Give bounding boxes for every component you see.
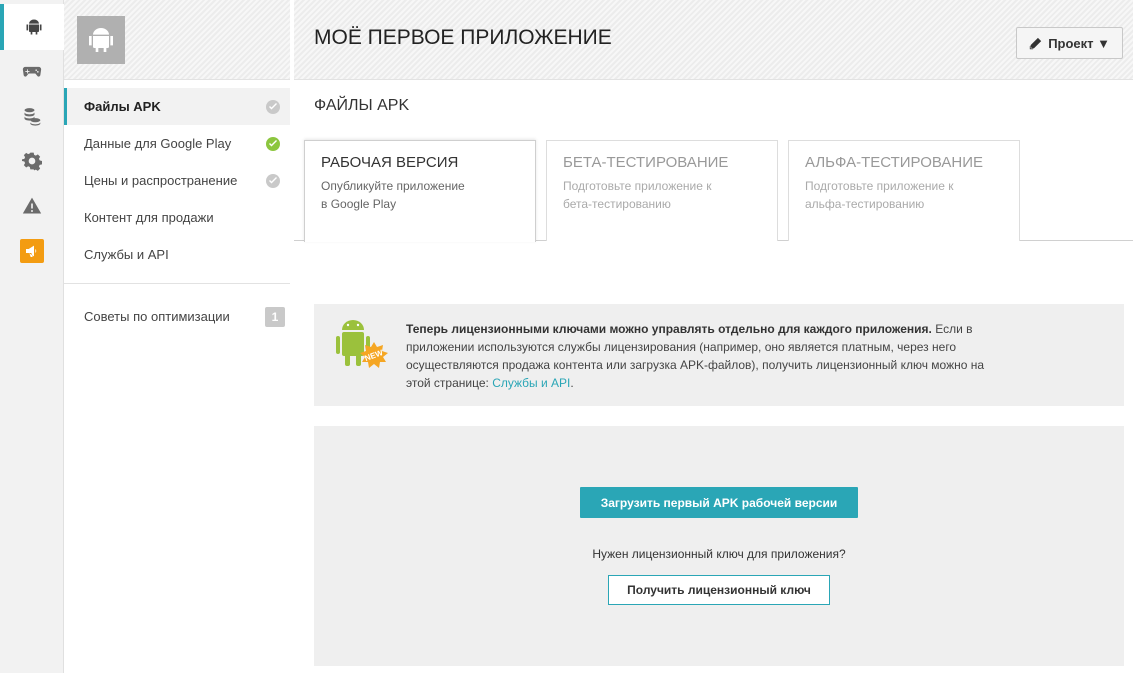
pencil-icon bbox=[1030, 37, 1042, 49]
nav-item-label: Файлы APK bbox=[84, 99, 161, 114]
license-notice: NEW Теперь лицензионными ключами можно у… bbox=[314, 304, 1124, 406]
services-api-link[interactable]: Службы и API bbox=[492, 376, 570, 390]
rail-item-games[interactable] bbox=[0, 48, 64, 94]
upload-panel: Загрузить первый APK рабочей версии Нуже… bbox=[314, 426, 1124, 666]
warning-icon bbox=[22, 197, 42, 214]
app-title: МОЁ ПЕРВОЕ ПРИЛОЖЕНИЕ bbox=[314, 26, 612, 49]
nav-divider bbox=[64, 283, 290, 284]
android-icon bbox=[89, 28, 113, 52]
nav-item-services-api[interactable]: Службы и API bbox=[64, 236, 290, 273]
tips-count-badge: 1 bbox=[265, 307, 285, 327]
coins-icon bbox=[24, 108, 41, 126]
tab-alpha[interactable]: АЛЬФА-ТЕСТИРОВАНИЕ Подготовьте приложени… bbox=[788, 140, 1020, 241]
android-new-icon: NEW bbox=[336, 320, 388, 368]
nav-list: Файлы APK Данные для Google Play Цены и … bbox=[64, 88, 290, 273]
rail-item-announcements[interactable] bbox=[0, 228, 64, 274]
tab-title: БЕТА-ТЕСТИРОВАНИЕ bbox=[563, 154, 729, 171]
app-icon[interactable] bbox=[77, 16, 125, 64]
app-header bbox=[64, 0, 290, 80]
nav-item-label: Службы и API bbox=[84, 247, 169, 262]
tab-description: Подготовьте приложение к бета-тестирован… bbox=[563, 179, 712, 211]
rail-item-settings[interactable] bbox=[0, 138, 64, 184]
check-icon bbox=[266, 174, 280, 188]
main-header: МОЁ ПЕРВОЕ ПРИЛОЖЕНИЕ Проект ▼ bbox=[294, 0, 1133, 80]
tab-title: РАБОЧАЯ ВЕРСИЯ bbox=[321, 154, 459, 171]
nav-item-optimization-tips[interactable]: Советы по оптимизации 1 bbox=[64, 298, 290, 335]
tab-title: АЛЬФА-ТЕСТИРОВАНИЕ bbox=[805, 154, 984, 171]
nav-item-label: Советы по оптимизации bbox=[84, 309, 230, 324]
app-nav: Файлы APK Данные для Google Play Цены и … bbox=[64, 0, 290, 673]
megaphone-icon bbox=[26, 245, 37, 257]
upload-apk-button[interactable]: Загрузить первый APK рабочей версии bbox=[580, 487, 858, 518]
tab-beta[interactable]: БЕТА-ТЕСТИРОВАНИЕ Подготовьте приложение… bbox=[546, 140, 778, 241]
rail-item-alerts[interactable] bbox=[0, 183, 64, 229]
rail-item-finance[interactable] bbox=[0, 93, 64, 139]
gear-icon bbox=[22, 152, 42, 171]
nav-item-label: Данные для Google Play bbox=[84, 136, 232, 151]
gamepad-icon bbox=[22, 66, 42, 77]
nav-item-label: Контент для продажи bbox=[84, 210, 214, 225]
android-icon bbox=[26, 18, 42, 35]
nav-item-store-listing[interactable]: Данные для Google Play bbox=[64, 125, 290, 162]
notice-text: Теперь лицензионными ключами можно управ… bbox=[406, 320, 1006, 392]
nav-item-in-app-products[interactable]: Контент для продажи bbox=[64, 199, 290, 236]
project-button-label: Проект ▼ bbox=[1048, 35, 1110, 51]
page-title: ФАЙЛЫ APK bbox=[314, 97, 410, 114]
announcement-badge bbox=[20, 239, 44, 263]
nav-item-label: Цены и распространение bbox=[84, 173, 238, 188]
check-icon bbox=[266, 100, 280, 114]
tab-description: Опубликуйте приложение в Google Play bbox=[321, 179, 465, 211]
get-license-key-button[interactable]: Получить лицензионный ключ bbox=[608, 575, 830, 605]
notice-end: . bbox=[570, 376, 574, 390]
tab-description: Подготовьте приложение к альфа-тестирова… bbox=[805, 179, 954, 211]
nav-item-pricing[interactable]: Цены и распространение bbox=[64, 162, 290, 199]
notice-heading: Теперь лицензионными ключами можно управ… bbox=[406, 322, 932, 336]
check-icon bbox=[266, 137, 280, 151]
license-question: Нужен лицензионный ключ для приложения? bbox=[592, 547, 846, 561]
rail-item-android[interactable] bbox=[0, 4, 64, 50]
icon-rail bbox=[0, 0, 64, 673]
nav-item-apk[interactable]: Файлы APK bbox=[64, 88, 290, 125]
tab-production[interactable]: РАБОЧАЯ ВЕРСИЯ Опубликуйте приложение в … bbox=[304, 140, 536, 242]
project-button[interactable]: Проект ▼ bbox=[1016, 27, 1123, 59]
